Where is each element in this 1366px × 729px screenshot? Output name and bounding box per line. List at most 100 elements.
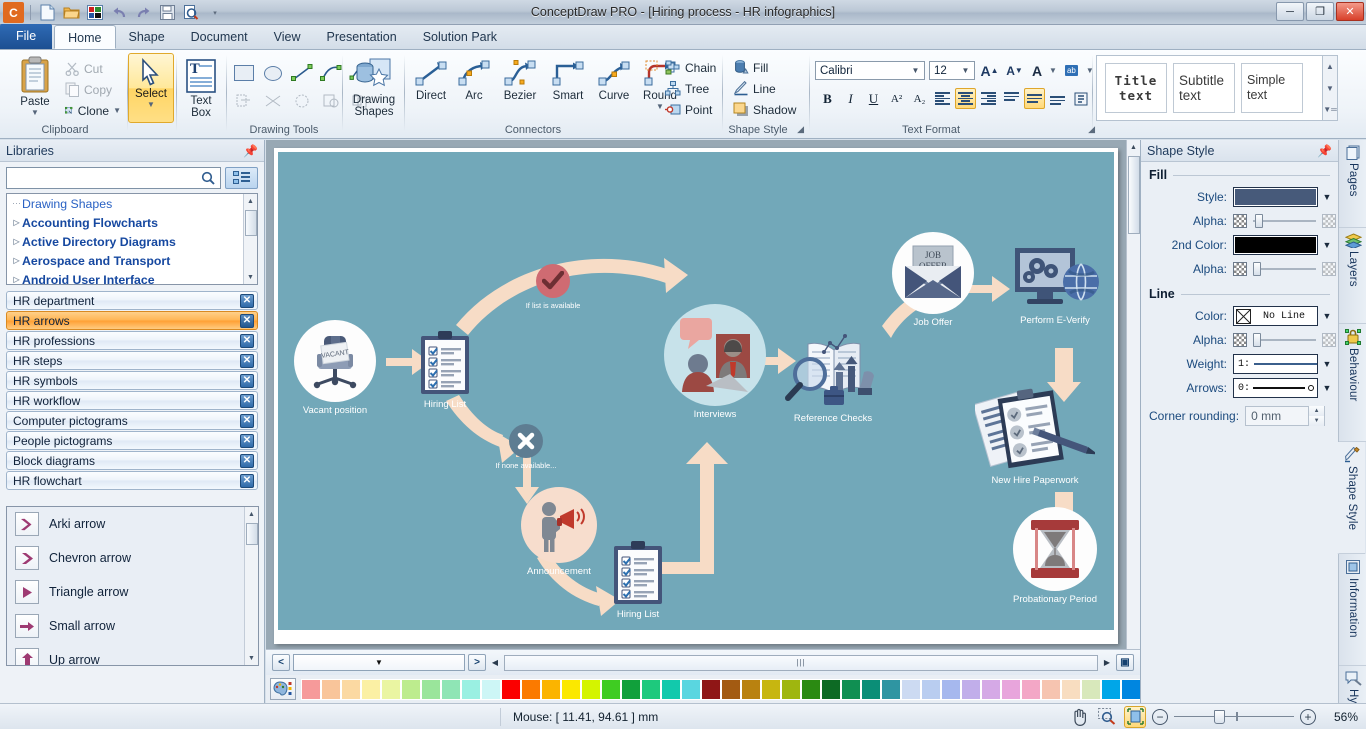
- library-computer-pictograms[interactable]: Computer pictograms ✕: [6, 411, 258, 430]
- align-middle-button[interactable]: [1024, 88, 1045, 109]
- shape-item-up-arrow[interactable]: Up arrow: [7, 643, 258, 665]
- color-swatch[interactable]: [521, 678, 541, 700]
- hiring-process-diagram[interactable]: VACANT Vacant position Hiring List If li…: [278, 152, 1114, 630]
- clone-dropdown-arrow[interactable]: ▼: [113, 106, 121, 115]
- color-swatch[interactable]: [461, 678, 481, 700]
- node-new-hire-paperwork[interactable]: New Hire Paperwork: [970, 380, 1100, 486]
- line-arrows-dropdown-arrow[interactable]: ▼: [1318, 378, 1336, 398]
- node-reference-checks[interactable]: Reference Checks: [778, 332, 888, 424]
- tab-solution-park[interactable]: Solution Park: [410, 25, 510, 49]
- highlight-button[interactable]: ab: [1061, 60, 1082, 81]
- font-size-combo[interactable]: 12 ▼: [929, 61, 975, 80]
- second-color-combo[interactable]: [1233, 235, 1318, 255]
- select-tool-button[interactable]: Select ▼: [128, 53, 174, 123]
- node-hiring-list-2[interactable]: Hiring List: [603, 540, 673, 620]
- document-page[interactable]: VACANT Vacant position Hiring List If li…: [274, 148, 1118, 644]
- color-swatch[interactable]: [781, 678, 801, 700]
- zoom-slider-thumb[interactable]: [1214, 709, 1225, 724]
- tree-scroll-up[interactable]: ▲: [244, 194, 257, 208]
- color-swatch[interactable]: [561, 678, 581, 700]
- corner-rounding-up[interactable]: ▲: [1309, 406, 1325, 416]
- font-family-combo[interactable]: Calibri ▼: [815, 61, 925, 80]
- undo-icon[interactable]: [109, 3, 129, 23]
- node-job-offer[interactable]: JOB OFFER Job Offer: [888, 232, 978, 328]
- color-swatch[interactable]: [861, 678, 881, 700]
- library-hr-professions[interactable]: HR professions ✕: [6, 331, 258, 350]
- clone-button[interactable]: Clone ▼: [62, 100, 124, 121]
- color-swatch[interactable]: [481, 678, 501, 700]
- color-swatch[interactable]: [801, 678, 821, 700]
- fill-button[interactable]: Fill: [730, 57, 806, 78]
- tree-expander-2[interactable]: ▷: [11, 237, 22, 246]
- tree-button[interactable]: Tree: [662, 78, 720, 99]
- ellipse-tool[interactable]: [259, 60, 287, 86]
- tab-view[interactable]: View: [261, 25, 314, 49]
- shapes-scroll-up[interactable]: ▲: [245, 507, 258, 521]
- color-swatch[interactable]: [721, 678, 741, 700]
- fill-style-combo[interactable]: [1233, 187, 1318, 207]
- color-swatch[interactable]: [1041, 678, 1061, 700]
- color-swatch[interactable]: [401, 678, 421, 700]
- app-logo-icon[interactable]: C: [3, 2, 24, 23]
- line-tool[interactable]: [288, 60, 316, 86]
- shapes-scroll-thumb[interactable]: [246, 523, 258, 545]
- library-close-icon-3[interactable]: ✕: [240, 353, 254, 368]
- color-swatch[interactable]: [1021, 678, 1041, 700]
- color-swatch[interactable]: [1061, 678, 1081, 700]
- select-dropdown-arrow[interactable]: ▼: [147, 100, 155, 109]
- tab-shape[interactable]: Shape: [116, 25, 178, 49]
- subscript-button[interactable]: A₂: [909, 88, 930, 109]
- gallery-scroll-down[interactable]: ▼: [1323, 78, 1337, 99]
- zoom-out-button[interactable]: −: [1152, 708, 1168, 725]
- maximize-button[interactable]: ❐: [1306, 2, 1334, 21]
- style-title-text[interactable]: Title text: [1105, 63, 1167, 113]
- color-swatch[interactable]: [441, 678, 461, 700]
- line-color-combo[interactable]: No Line: [1233, 306, 1318, 326]
- font-color-dropdown-arrow[interactable]: ▼: [1049, 66, 1057, 75]
- tree-item-aerospace-and-transport[interactable]: ▷ Aerospace and Transport: [7, 251, 257, 270]
- node-probationary-period[interactable]: Probationary Period: [994, 507, 1114, 605]
- color-swatch[interactable]: [601, 678, 621, 700]
- align-top-button[interactable]: [1001, 88, 1022, 109]
- library-close-icon-5[interactable]: ✕: [240, 393, 254, 408]
- library-close-icon-8[interactable]: ✕: [240, 453, 254, 468]
- library-hr-department[interactable]: HR department ✕: [6, 291, 258, 310]
- tree-item-active-directory-diagrams[interactable]: ▷ Active Directory Diagrams: [7, 232, 257, 251]
- shrink-font-button[interactable]: A ▼: [1004, 60, 1025, 81]
- search-icon[interactable]: [195, 168, 220, 188]
- color-swatch[interactable]: [1121, 678, 1141, 700]
- library-close-icon-0[interactable]: ✕: [240, 293, 254, 308]
- color-swatch[interactable]: [761, 678, 781, 700]
- side-tab-information[interactable]: Information: [1339, 554, 1366, 666]
- line-button[interactable]: Line: [730, 78, 806, 99]
- align-right-button[interactable]: [978, 88, 999, 109]
- line-alpha-thumb[interactable]: [1253, 333, 1261, 347]
- side-tab-layers[interactable]: Layers: [1339, 228, 1366, 324]
- library-close-icon-9[interactable]: ✕: [240, 473, 254, 488]
- fill-alpha-thumb[interactable]: [1255, 214, 1263, 228]
- color-swatch[interactable]: [921, 678, 941, 700]
- side-tab-behaviour[interactable]: Behaviour: [1339, 324, 1366, 442]
- color-swatch[interactable]: [361, 678, 381, 700]
- connector-direct-button[interactable]: Direct: [410, 58, 452, 111]
- library-hr-flowchart[interactable]: HR flowchart ✕: [6, 471, 258, 490]
- library-search-box[interactable]: [6, 167, 221, 189]
- text-direction-button[interactable]: [1070, 88, 1091, 109]
- hscroll-left-arrow[interactable]: ◀: [489, 655, 501, 671]
- second-alpha-slider[interactable]: [1253, 262, 1316, 276]
- canvas-vscroll-thumb[interactable]: [1128, 156, 1140, 234]
- new-from-template-icon[interactable]: [85, 3, 105, 23]
- hscroll-right-arrow[interactable]: ▶: [1101, 655, 1113, 671]
- tree-expander-3[interactable]: ▷: [11, 256, 22, 265]
- canvas-horizontal-scrollbar[interactable]: |||: [504, 654, 1098, 671]
- shape-item-chevron-arrow[interactable]: Chevron arrow: [7, 541, 258, 575]
- arc-tool[interactable]: [317, 60, 345, 86]
- fill-alpha-slider[interactable]: [1253, 214, 1316, 228]
- paste-dropdown-arrow[interactable]: ▼: [31, 108, 39, 117]
- page-selector-combo[interactable]: ▼: [293, 654, 465, 671]
- color-swatch[interactable]: [621, 678, 641, 700]
- library-block-diagrams[interactable]: Block diagrams ✕: [6, 451, 258, 470]
- font-color-button[interactable]: A: [1029, 60, 1045, 81]
- line-weight-combo[interactable]: 1:: [1233, 354, 1318, 374]
- tab-home[interactable]: Home: [54, 25, 116, 49]
